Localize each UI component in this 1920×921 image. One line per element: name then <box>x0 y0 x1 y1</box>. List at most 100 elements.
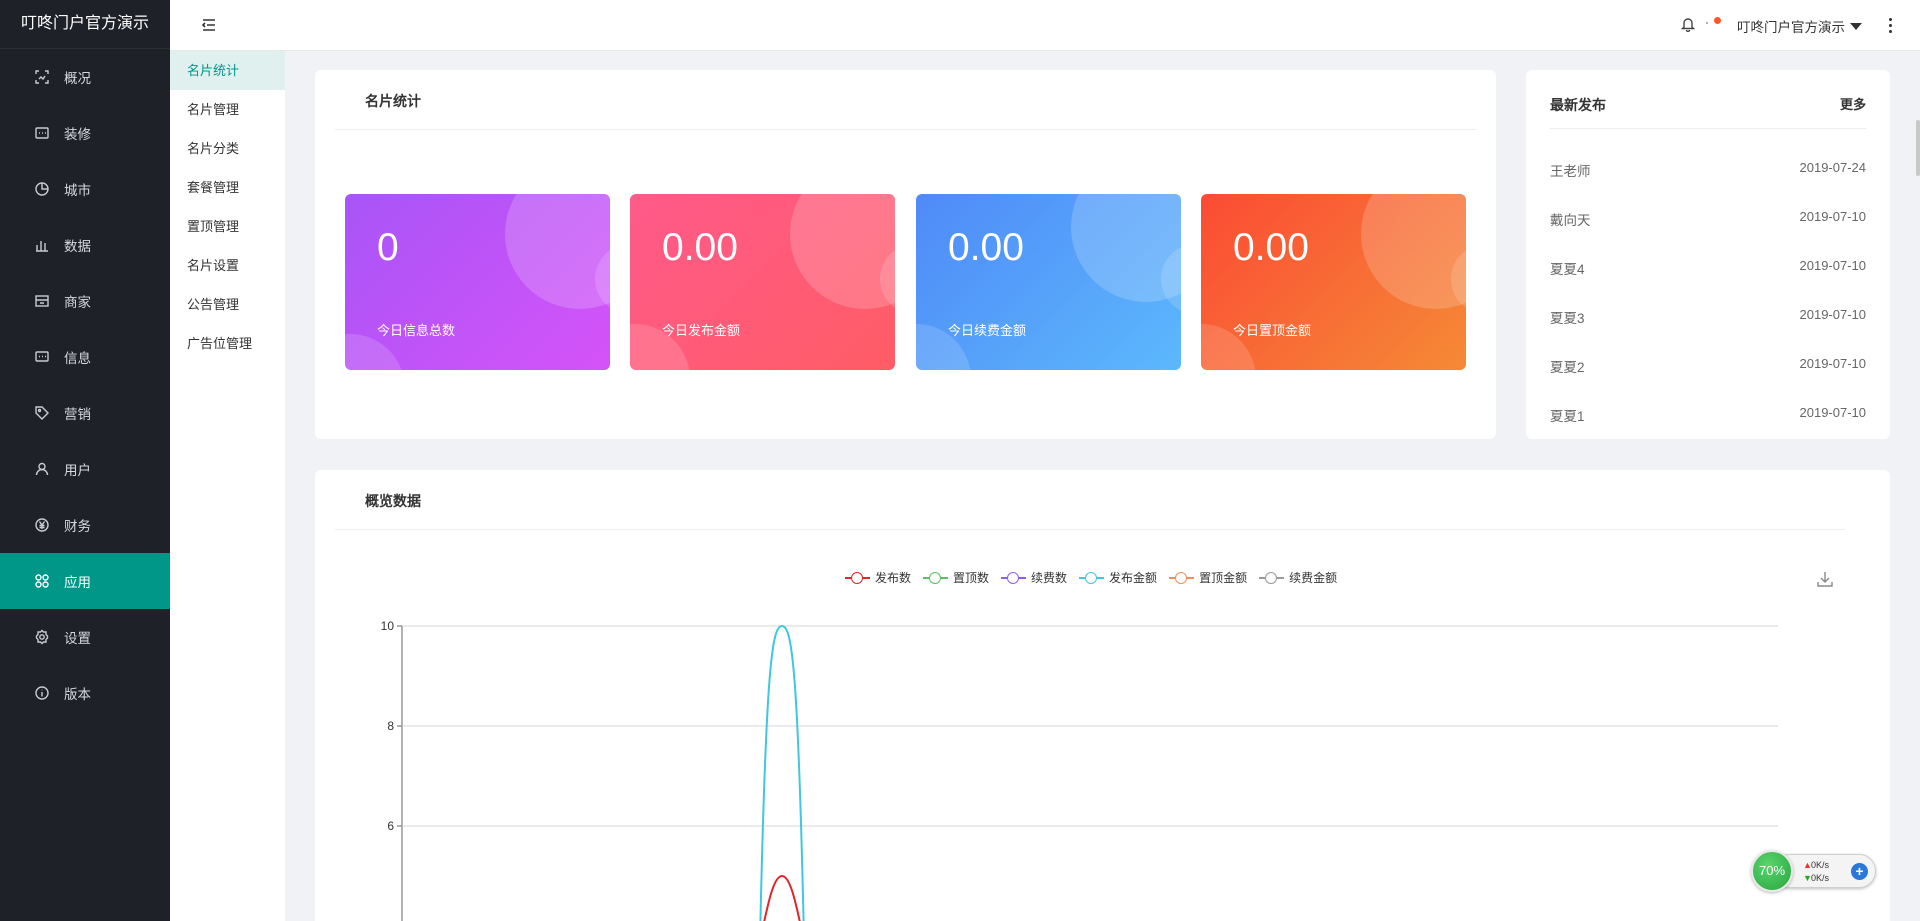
info-icon <box>33 684 51 702</box>
overview-icon <box>33 68 51 86</box>
card-stats: 名片统计 0 今日信息总数 0.00 今日发布金额 0.00 今日续费金额 0.… <box>315 70 1496 439</box>
sidebar-item-merchant[interactable]: 商家 <box>0 273 170 329</box>
divider <box>1550 128 1866 129</box>
subnav-item[interactable]: 名片设置 <box>170 246 285 285</box>
main-menu: 概况装修城市数据商家信息营销用户财务应用设置版本 <box>0 49 170 721</box>
sidebar-item-user[interactable]: 用户 <box>0 441 170 497</box>
list-item[interactable]: 夏夏3 2019-07-10 <box>1550 307 1866 356</box>
plus-icon[interactable]: + <box>1851 863 1868 880</box>
item-name: 夏夏2 <box>1550 360 1585 375</box>
more-link[interactable]: 更多 <box>1840 94 1866 113</box>
sidebar-item-tag[interactable]: 营销 <box>0 385 170 441</box>
decor-bubble <box>790 194 895 309</box>
user-menu[interactable]: 叮咚门户官方演示 <box>1737 16 1862 36</box>
data-icon <box>33 236 51 254</box>
sidebar-item-label: 设置 <box>64 631 91 646</box>
notification-badge <box>1714 17 1721 24</box>
user-name: 叮咚门户官方演示 <box>1737 20 1845 35</box>
sidebar-item-apps[interactable]: 应用 <box>0 553 170 609</box>
stat-value: 0 <box>377 226 399 269</box>
stat-card-top-amount: 0.00 今日置顶金额 <box>1201 194 1466 370</box>
sidebar-item-label: 装修 <box>64 127 91 142</box>
sidebar-item-label: 信息 <box>64 351 91 366</box>
main-sidebar: 叮咚门户官方演示 概况装修城市数据商家信息营销用户财务应用设置版本 <box>0 0 170 921</box>
sidebar-item-settings[interactable]: 设置 <box>0 609 170 665</box>
y-tick-label: 10 <box>381 619 395 633</box>
app-brand[interactable]: 叮咚门户官方演示 <box>0 0 170 49</box>
sidebar-item-label: 概况 <box>64 71 91 86</box>
bell-icon[interactable] <box>1680 16 1698 34</box>
subnav-item[interactable]: 名片分类 <box>170 129 285 168</box>
yen-icon <box>33 516 51 534</box>
net-speed-widget[interactable]: 70% ▲ 0K/s ▼ 0K/s + <box>1751 850 1878 892</box>
subnav-item[interactable]: 名片统计 <box>170 51 285 90</box>
apps-icon <box>33 572 51 590</box>
decor-bubble <box>345 334 405 370</box>
sidebar-item-label: 财务 <box>64 519 91 534</box>
y-tick-label: 6 <box>387 819 394 833</box>
stat-label: 今日续费金额 <box>948 323 1027 338</box>
item-name: 戴向天 <box>1550 213 1591 228</box>
decorate-icon <box>33 124 51 142</box>
sidebar-item-info[interactable]: 版本 <box>0 665 170 721</box>
stat-value: 0.00 <box>662 226 738 269</box>
stat-label: 今日置顶金额 <box>1233 323 1312 338</box>
subnav-item[interactable]: 公告管理 <box>170 285 285 324</box>
item-date: 2019-07-10 <box>1799 258 1867 273</box>
more-vertical-icon[interactable] <box>1887 16 1893 34</box>
item-name: 夏夏1 <box>1550 409 1585 424</box>
top-header: 叮咚门户官方演示 <box>170 0 1920 51</box>
sidebar-item-label: 应用 <box>64 575 91 590</box>
subnav-item[interactable]: 套餐管理 <box>170 168 285 207</box>
sidebar-item-label: 用户 <box>64 463 91 478</box>
collapse-menu-icon[interactable] <box>200 16 218 34</box>
item-date: 2019-07-24 <box>1799 160 1867 175</box>
item-name: 王老师 <box>1550 164 1591 179</box>
overview-line-chart: 6 8 10 <box>381 619 1778 921</box>
user-icon <box>33 460 51 478</box>
merchant-icon <box>33 292 51 310</box>
sidebar-item-overview[interactable]: 概况 <box>0 49 170 105</box>
stat-card-publish-amount: 0.00 今日发布金额 <box>630 194 895 370</box>
sidebar-item-decorate[interactable]: 装修 <box>0 105 170 161</box>
stat-label: 今日信息总数 <box>377 323 456 338</box>
tag-icon <box>33 404 51 422</box>
list-item[interactable]: 戴向天 2019-07-10 <box>1550 209 1866 258</box>
stat-value: 0.00 <box>948 226 1024 269</box>
sidebar-item-label: 商家 <box>64 295 91 310</box>
stat-card-info-total: 0 今日信息总数 <box>345 194 610 370</box>
stat-label: 今日发布金额 <box>662 323 741 338</box>
city-icon <box>33 180 51 198</box>
sidebar-item-label: 城市 <box>64 183 91 198</box>
subnav-item[interactable]: 名片管理 <box>170 90 285 129</box>
sidebar-item-yen[interactable]: 财务 <box>0 497 170 553</box>
item-name: 夏夏4 <box>1550 262 1585 277</box>
item-date: 2019-07-10 <box>1799 405 1867 420</box>
item-date: 2019-07-10 <box>1799 307 1867 322</box>
download-speed: 0K/s <box>1811 873 1830 883</box>
net-percent-ball: 70% <box>1751 850 1793 892</box>
sidebar-item-message[interactable]: 信息 <box>0 329 170 385</box>
settings-icon <box>33 628 51 646</box>
subnav-item[interactable]: 置顶管理 <box>170 207 285 246</box>
card-title-stats: 名片统计 <box>365 93 421 109</box>
subnav-item[interactable]: 广告位管理 <box>170 324 285 363</box>
stat-card-renew-amount: 0.00 今日续费金额 <box>916 194 1181 370</box>
sidebar-item-city[interactable]: 城市 <box>0 161 170 217</box>
upload-speed: 0K/s <box>1811 860 1830 870</box>
bell-separator <box>1706 22 1708 24</box>
item-date: 2019-07-10 <box>1799 209 1867 224</box>
list-item[interactable]: 夏夏4 2019-07-10 <box>1550 258 1866 307</box>
list-item[interactable]: 夏夏2 2019-07-10 <box>1550 356 1866 405</box>
card-overview: 概览数据 发布数 置顶数 续费数 发布金额 置顶金额 续费金额 6 8 10 <box>315 470 1890 921</box>
decor-bubble <box>1361 194 1466 309</box>
list-item[interactable]: 王老师 2019-07-24 <box>1550 160 1866 209</box>
item-date: 2019-07-10 <box>1799 356 1867 371</box>
y-tick-label: 8 <box>387 719 394 733</box>
sidebar-item-data[interactable]: 数据 <box>0 217 170 273</box>
sub-sidebar: 名片统计 名片管理 名片分类 套餐管理 置顶管理 名片设置 公告管理 广告位管理 <box>170 51 285 921</box>
latest-list: 王老师 2019-07-24 戴向天 2019-07-10 夏夏4 2019-07-10 夏… <box>1550 160 1866 454</box>
stat-value: 0.00 <box>1233 226 1309 269</box>
page-scrollbar[interactable] <box>1916 120 1920 176</box>
list-item[interactable]: 夏夏1 2019-07-10 <box>1550 405 1866 454</box>
